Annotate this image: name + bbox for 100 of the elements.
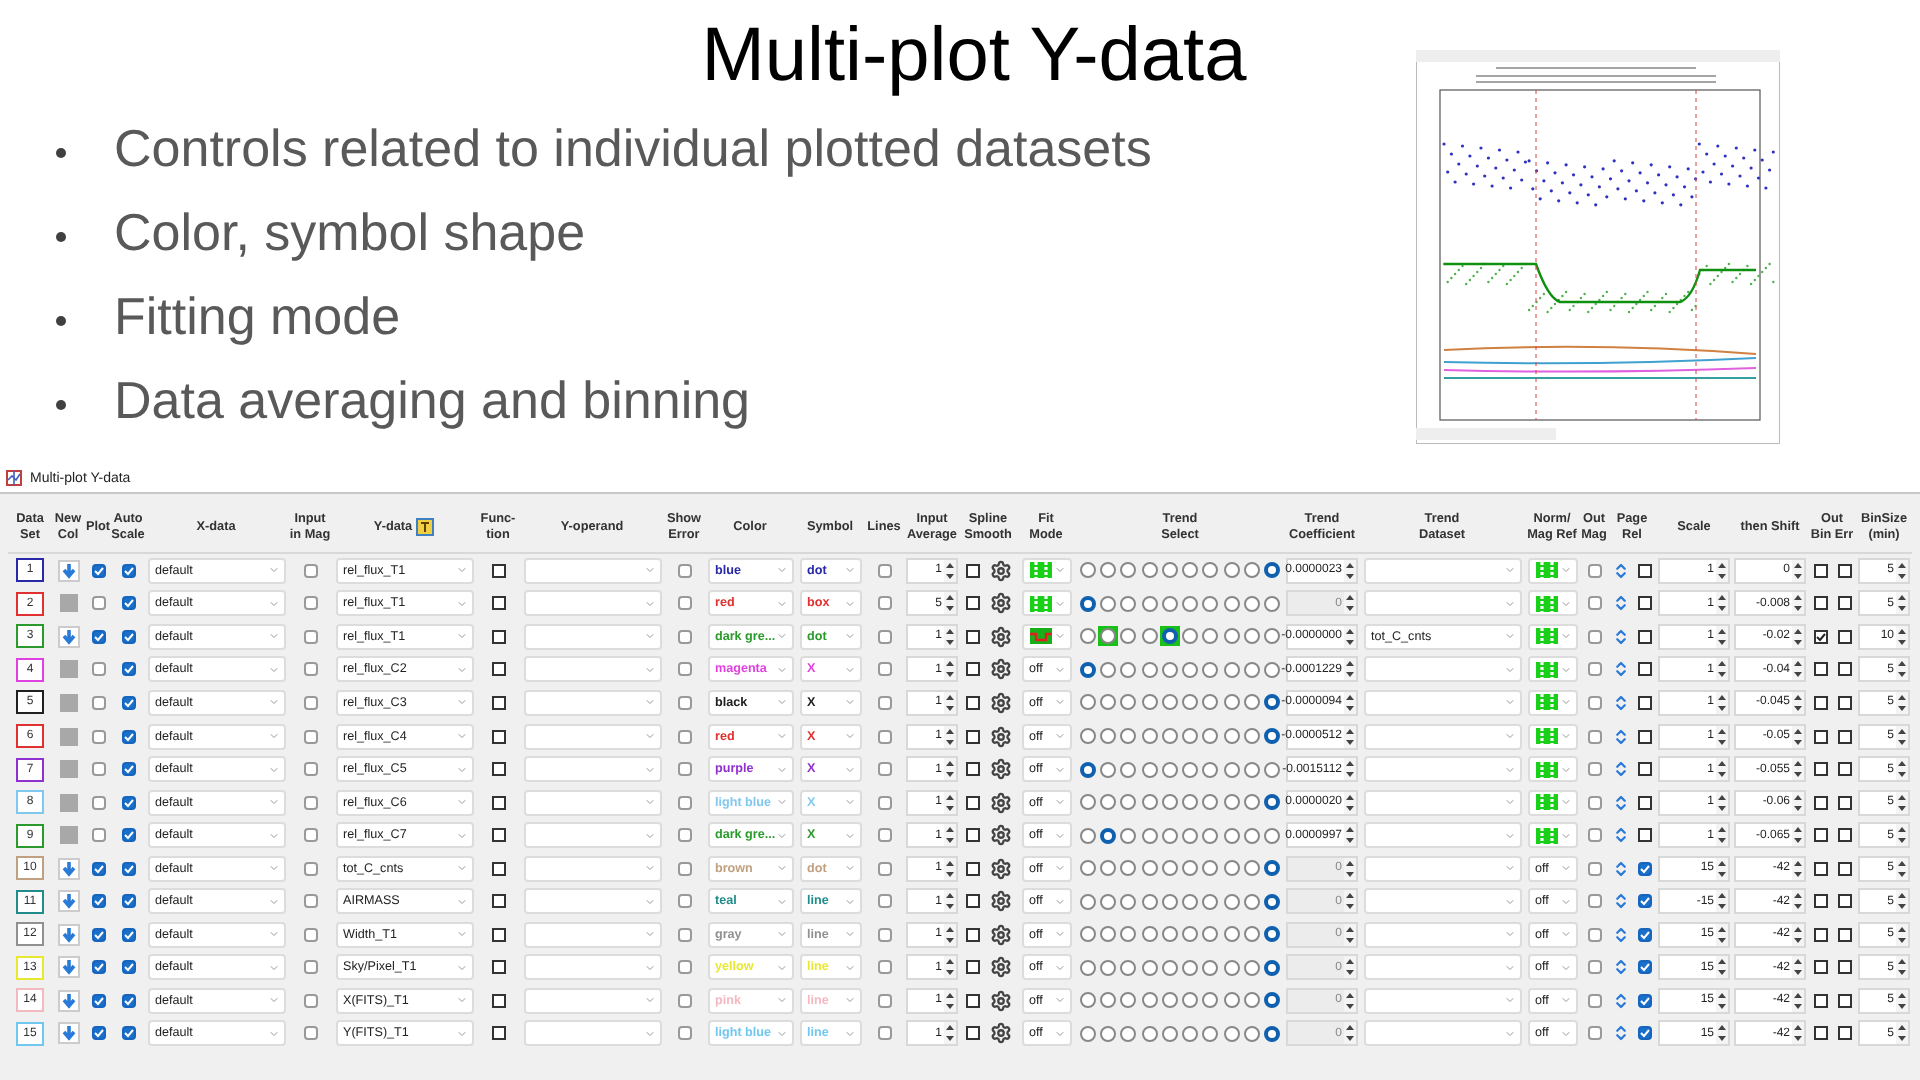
trend-radio[interactable] [1141, 1025, 1158, 1042]
page-rel-checkbox[interactable] [1637, 762, 1651, 777]
out-bin-checkbox[interactable] [1813, 927, 1827, 942]
lines-checkbox[interactable] [877, 695, 891, 710]
auto-scale-checkbox[interactable] [121, 993, 135, 1008]
function-checkbox[interactable] [491, 1026, 505, 1041]
page-rel-checkbox[interactable] [1637, 662, 1651, 677]
lines-checkbox[interactable] [877, 927, 891, 942]
show-error-checkbox[interactable] [677, 861, 691, 876]
trend-radio[interactable] [1202, 959, 1219, 976]
settings-icon[interactable] [989, 923, 1011, 946]
trend-radio[interactable] [1120, 926, 1137, 943]
show-error-checkbox[interactable] [677, 662, 691, 677]
page-rel-checkbox[interactable] [1637, 993, 1651, 1008]
mode-dropdown[interactable] [1527, 689, 1577, 716]
trend-radio[interactable] [1263, 992, 1280, 1009]
settings-icon[interactable] [989, 956, 1011, 979]
page-rel-checkbox[interactable] [1637, 894, 1651, 909]
trend-radio[interactable] [1080, 1025, 1096, 1042]
function-checkbox[interactable] [491, 629, 505, 644]
download-arrow-icon[interactable] [57, 559, 79, 582]
out-bin-checkbox[interactable] [1813, 596, 1827, 611]
trend-radio[interactable] [1263, 661, 1280, 678]
trend-radio[interactable] [1243, 827, 1260, 844]
blank-square-icon[interactable] [57, 824, 79, 847]
blank-square-icon[interactable] [57, 758, 79, 781]
trend-radio[interactable] [1263, 628, 1280, 645]
trend-radio[interactable] [1161, 761, 1178, 778]
trend-radio[interactable] [1100, 959, 1117, 976]
trend-radio[interactable] [1080, 827, 1096, 844]
trend-radio[interactable] [1182, 794, 1199, 811]
trend-radio[interactable] [1100, 860, 1117, 877]
trend-radio[interactable] [1182, 728, 1199, 744]
spline-checkbox[interactable] [965, 1026, 979, 1041]
download-arrow-icon[interactable] [57, 923, 79, 946]
trend-radio[interactable] [1182, 694, 1199, 711]
lines-checkbox[interactable] [877, 828, 891, 843]
trend-radio[interactable] [1161, 694, 1178, 711]
bin-err-checkbox[interactable] [1837, 795, 1851, 810]
download-arrow-icon[interactable] [57, 857, 79, 880]
settings-icon[interactable] [989, 691, 1011, 714]
trend-radio[interactable] [1223, 661, 1240, 678]
show-error-checkbox[interactable] [677, 695, 691, 710]
plot-checkbox[interactable] [91, 729, 105, 743]
trend-radio[interactable] [1223, 794, 1240, 811]
show-error-checkbox[interactable] [677, 762, 691, 777]
trend-radio[interactable] [1141, 926, 1158, 943]
trend-radio[interactable] [1263, 959, 1280, 976]
lines-checkbox[interactable] [877, 861, 891, 876]
auto-scale-checkbox[interactable] [121, 894, 135, 909]
trend-radio[interactable] [1120, 761, 1137, 778]
trend-radio[interactable] [1202, 628, 1219, 645]
download-arrow-icon[interactable] [57, 625, 79, 648]
page-rel-checkbox[interactable] [1637, 596, 1651, 611]
up-down-arrows-icon[interactable] [1611, 892, 1629, 911]
auto-scale-checkbox[interactable] [121, 927, 135, 942]
trend-radio[interactable] [1202, 926, 1219, 943]
out-mag-checkbox[interactable] [1587, 828, 1601, 843]
trend-radio[interactable] [1223, 893, 1240, 910]
bin-err-checkbox[interactable] [1837, 596, 1851, 611]
up-down-arrows-icon[interactable] [1611, 727, 1629, 745]
trend-radio[interactable] [1120, 1025, 1137, 1042]
trend-radio[interactable] [1243, 694, 1260, 711]
trend-radio[interactable] [1080, 860, 1096, 877]
settings-icon[interactable] [989, 559, 1011, 582]
trend-radio[interactable] [1243, 893, 1260, 910]
page-rel-checkbox[interactable] [1637, 795, 1651, 810]
trend-radio[interactable] [1100, 926, 1117, 943]
trend-radio[interactable] [1080, 661, 1096, 678]
settings-icon[interactable] [989, 592, 1011, 615]
show-error-checkbox[interactable] [677, 927, 691, 942]
trend-radio[interactable] [1120, 827, 1137, 844]
trend-radio[interactable] [1243, 794, 1260, 811]
plot-checkbox[interactable] [91, 1026, 105, 1041]
input-in-mag-checkbox[interactable] [303, 894, 317, 909]
trend-radio[interactable] [1120, 992, 1137, 1009]
trend-radio[interactable] [1120, 628, 1137, 645]
function-checkbox[interactable] [491, 563, 505, 578]
mode-dropdown[interactable] [1527, 590, 1577, 617]
trend-radio[interactable] [1202, 761, 1219, 778]
tag-icon[interactable] [416, 518, 435, 536]
spline-checkbox[interactable] [965, 861, 979, 876]
trend-radio[interactable] [1080, 562, 1096, 579]
auto-scale-checkbox[interactable] [121, 596, 135, 611]
bin-err-checkbox[interactable] [1837, 828, 1851, 843]
trend-radio[interactable] [1141, 661, 1158, 678]
trend-radio[interactable] [1080, 761, 1096, 778]
auto-scale-checkbox[interactable] [121, 828, 135, 843]
trend-radio[interactable] [1161, 728, 1178, 744]
plot-checkbox[interactable] [91, 894, 105, 909]
input-in-mag-checkbox[interactable] [303, 596, 317, 611]
trend-radio[interactable] [1263, 595, 1280, 612]
trend-radio[interactable] [1141, 959, 1158, 976]
trend-radio[interactable] [1100, 661, 1117, 678]
settings-icon[interactable] [989, 890, 1011, 913]
trend-radio[interactable] [1080, 992, 1096, 1009]
function-checkbox[interactable] [491, 662, 505, 677]
trend-radio[interactable] [1080, 893, 1096, 910]
trend-radio[interactable] [1202, 827, 1219, 844]
trend-radio[interactable] [1263, 827, 1280, 844]
